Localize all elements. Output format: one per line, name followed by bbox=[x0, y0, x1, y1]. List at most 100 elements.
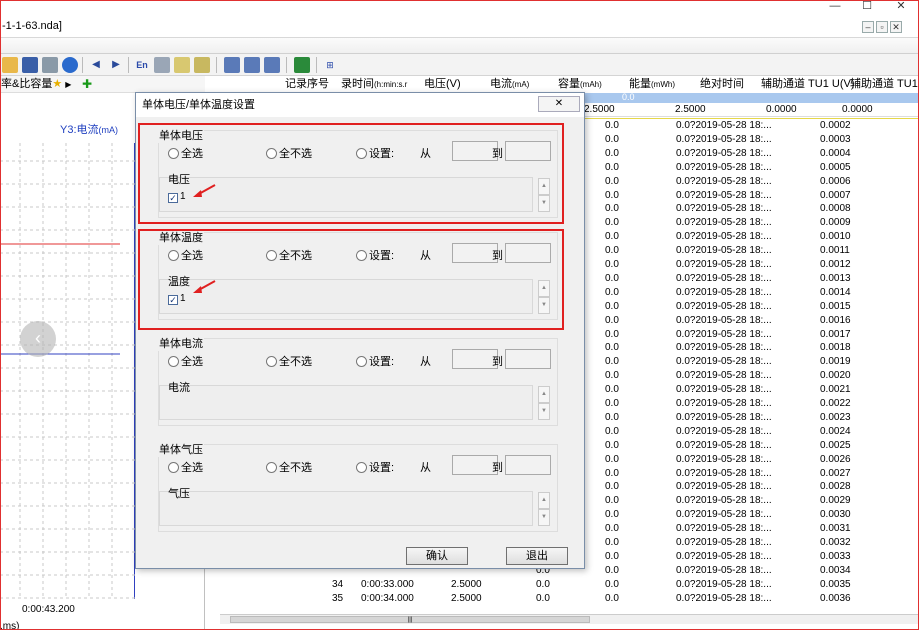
x-tick-label: 0:00:43.200 bbox=[22, 604, 75, 615]
summary-cell: 2.5000 bbox=[584, 104, 615, 115]
table-cell: 0.0 bbox=[605, 384, 619, 396]
table-cell: 0.0036 bbox=[820, 592, 851, 604]
table-cell: 0.0?2019-05-28 18:... bbox=[676, 370, 772, 382]
table-cell: 0.0018 bbox=[820, 342, 851, 354]
previous-nav-button[interactable]: ‹ bbox=[20, 321, 56, 357]
table-cell: 0.0?2019-05-28 18:... bbox=[676, 342, 772, 354]
table-cell: 0.0 bbox=[605, 564, 619, 576]
table-step-icon[interactable] bbox=[264, 57, 280, 73]
table-cell: 0.0010 bbox=[820, 231, 851, 243]
table-row[interactable]: 34 0:00:33.000 2.5000 0.0 0.0 0.0?2019-05-28 … bbox=[220, 579, 919, 593]
table-cell: 0.0028 bbox=[820, 481, 851, 493]
back-arrow-icon[interactable]: ◀ bbox=[88, 57, 104, 73]
column-header-label: 电压(V) bbox=[424, 78, 461, 90]
table-cell: 0.0?2019-05-28 18:... bbox=[676, 217, 772, 229]
select-all-radio[interactable]: 全选 bbox=[168, 353, 203, 369]
save-icon[interactable] bbox=[22, 57, 38, 73]
chart-tab-label: 率&比容量 bbox=[1, 78, 53, 90]
add-icon[interactable]: ✚ bbox=[82, 76, 92, 93]
table-cell: 0.0029 bbox=[820, 495, 851, 507]
list-compare-icon[interactable] bbox=[194, 57, 210, 73]
dialog-close-button[interactable]: ✕ bbox=[538, 96, 580, 112]
table-cell: 0.0 bbox=[605, 495, 619, 507]
column-header[interactable]: 容量(mAh) bbox=[558, 76, 602, 93]
select-none-radio[interactable]: 全不选 bbox=[266, 353, 312, 369]
set-range-radio[interactable]: 设置: bbox=[356, 353, 394, 369]
open-icon[interactable] bbox=[2, 57, 18, 73]
mdi-minimize-button[interactable]: – bbox=[862, 21, 874, 33]
excel-export-icon[interactable] bbox=[294, 57, 310, 73]
y3-axis-label: Y3:电流(mA) bbox=[60, 124, 119, 136]
table-cell: 0.0 bbox=[605, 120, 619, 131]
column-header[interactable]: 电流(mA) bbox=[490, 76, 529, 93]
table-cell: 0.0?2019-05-28 18:... bbox=[676, 411, 772, 423]
scroll-thumb[interactable]: ||| bbox=[230, 616, 590, 623]
table-cell: 0.0 bbox=[605, 550, 619, 562]
table-row[interactable]: 35 0:00:34.000 2.5000 0.0 0.0 0.0?2019-05-28 … bbox=[220, 593, 919, 607]
column-header[interactable]: 辅助通道 TU1 T bbox=[850, 76, 919, 93]
table-cell: 0.0 bbox=[605, 398, 619, 409]
table-cell: 0.0 bbox=[605, 370, 619, 382]
select-none-radio[interactable]: 全不选 bbox=[266, 459, 312, 475]
close-button[interactable]: ✕ bbox=[886, 0, 916, 14]
column-header-unit: (mAh) bbox=[580, 80, 602, 89]
table-view-icon[interactable] bbox=[224, 57, 240, 73]
toolbar-separator bbox=[82, 57, 83, 73]
channel-settings-icon[interactable]: ⊞ bbox=[322, 57, 338, 73]
table-cell: 0.0 bbox=[605, 592, 619, 604]
column-header-label: 录时间 bbox=[341, 78, 374, 90]
table-cell: 0.0?2019-05-28 18:... bbox=[676, 356, 772, 368]
print-icon[interactable] bbox=[42, 57, 58, 73]
maximize-button[interactable]: ☐ bbox=[852, 0, 882, 14]
table-cell: 0.0?2019-05-28 18:... bbox=[676, 147, 772, 159]
help-icon[interactable] bbox=[62, 57, 78, 73]
toolbar-separator bbox=[316, 57, 317, 73]
table-cell: 0.0?2019-05-28 18:... bbox=[676, 564, 772, 576]
list-spinner[interactable]: ▲ ▼ bbox=[538, 386, 550, 422]
chart-tab-header[interactable]: 率&比容量★ ▶ ✚ bbox=[0, 76, 205, 93]
mdi-restore-button[interactable]: ▫ bbox=[876, 21, 888, 33]
range-to-input[interactable] bbox=[505, 349, 551, 369]
list-edit-icon[interactable] bbox=[174, 57, 190, 73]
table-cell: 0.0 bbox=[605, 286, 619, 298]
table-cell: 0.0?2019-05-28 18:... bbox=[676, 120, 772, 131]
table-cell: 0.0?2019-05-28 18:... bbox=[676, 439, 772, 451]
pin-icon[interactable] bbox=[154, 57, 170, 73]
table-cell: 0:00:33.000 bbox=[361, 578, 414, 590]
table-cell: 0.0?2019-05-28 18:... bbox=[676, 231, 772, 243]
minimize-button[interactable]: — bbox=[820, 0, 850, 14]
mdi-close-button[interactable]: ✕ bbox=[890, 21, 902, 33]
column-header[interactable]: 电压(V) bbox=[424, 76, 461, 93]
horizontal-scrollbar[interactable]: ||| bbox=[220, 614, 919, 624]
annotation-arrow-icon bbox=[191, 183, 217, 202]
triangle-right-icon[interactable]: ▶ bbox=[65, 80, 71, 89]
forward-arrow-icon[interactable]: ▶ bbox=[108, 57, 124, 73]
table-cell: 0.0 bbox=[605, 133, 619, 145]
table-cell: 0.0 bbox=[605, 411, 619, 423]
set-range-radio[interactable]: 设置: bbox=[356, 459, 394, 475]
language-en-icon[interactable]: En bbox=[134, 57, 150, 73]
column-header[interactable]: 记录序号 bbox=[285, 76, 329, 93]
table-cell: 0.0 bbox=[605, 203, 619, 215]
confirm-button[interactable]: 确认 bbox=[406, 547, 468, 565]
column-header[interactable]: 绝对时间 bbox=[700, 76, 744, 93]
select-all-radio[interactable]: 全选 bbox=[168, 459, 203, 475]
list-spinner[interactable]: ▲ ▼ bbox=[538, 492, 550, 528]
column-header[interactable]: 录时间(h:min:s.r bbox=[341, 76, 407, 93]
channel-list bbox=[159, 491, 533, 526]
column-header[interactable]: 辅助通道 TU1 U(V) bbox=[761, 76, 855, 93]
column-header-label: 绝对时间 bbox=[700, 78, 744, 90]
exit-button[interactable]: 退出 bbox=[506, 547, 568, 565]
menu-bar bbox=[0, 38, 919, 54]
column-header-unit: (mWh) bbox=[651, 80, 675, 89]
table-cell: 0.0?2019-05-28 18:... bbox=[676, 245, 772, 257]
channel-list bbox=[159, 385, 533, 420]
table-cell: 0.0?2019-05-28 18:... bbox=[676, 272, 772, 284]
table-cell: 0.0?2019-05-28 18:... bbox=[676, 175, 772, 187]
table-cell: 0.0025 bbox=[820, 439, 851, 451]
range-to-input[interactable] bbox=[505, 455, 551, 475]
annotation-arrow-icon bbox=[191, 279, 217, 298]
column-header[interactable]: 能量(mWh) bbox=[629, 76, 675, 93]
table-cycle-icon[interactable] bbox=[244, 57, 260, 73]
table-cell: 0.0033 bbox=[820, 550, 851, 562]
